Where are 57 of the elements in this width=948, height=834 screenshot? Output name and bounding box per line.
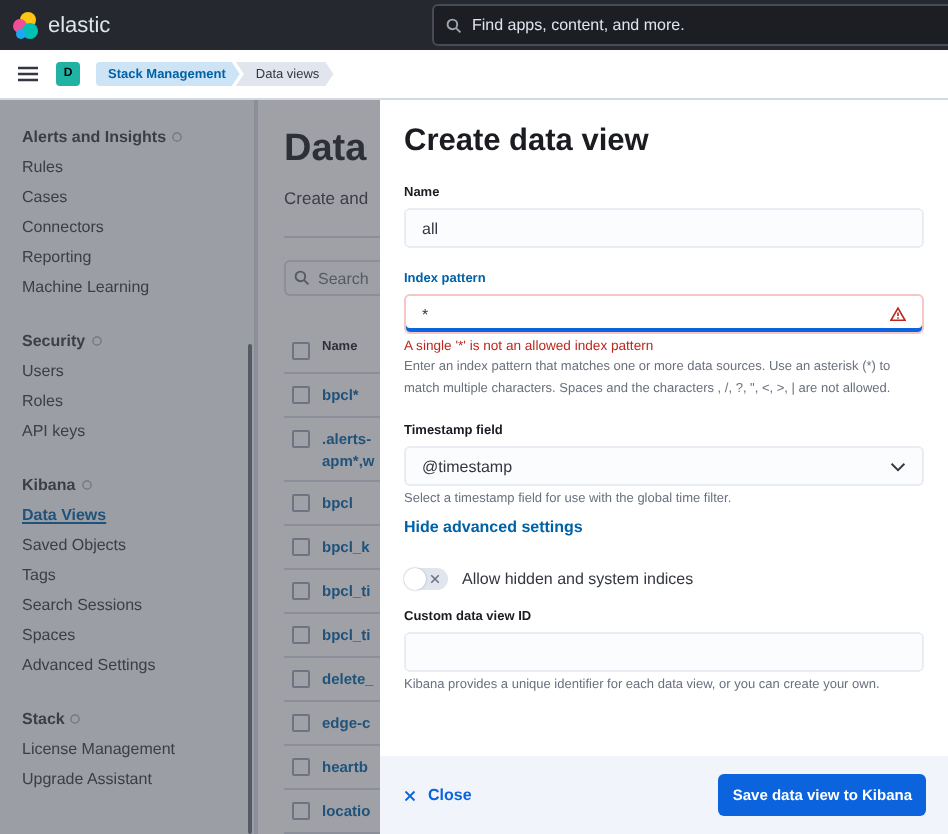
- nav-item[interactable]: Data Views: [22, 500, 254, 530]
- section-title: Kibana: [22, 475, 76, 493]
- nav-item[interactable]: Tags: [22, 560, 254, 590]
- checkbox[interactable]: [292, 581, 310, 600]
- close-icon: [404, 789, 416, 801]
- nav-item[interactable]: Upgrade Assistant: [22, 764, 254, 794]
- input-field[interactable]: all: [404, 208, 924, 248]
- logo-text[interactable]: elastic: [48, 13, 111, 37]
- nav-item[interactable]: Users: [22, 356, 254, 386]
- checkbox[interactable]: [292, 342, 310, 361]
- checkbox[interactable]: [292, 801, 310, 820]
- checkbox[interactable]: [292, 669, 310, 688]
- search-icon: [294, 270, 310, 287]
- nav-item[interactable]: Machine Learning: [22, 272, 254, 302]
- info-icon: [91, 335, 102, 345]
- logo-icon[interactable]: [12, 11, 40, 39]
- nav-item[interactable]: License Management: [22, 734, 254, 764]
- nav-item[interactable]: Saved Objects: [22, 530, 254, 560]
- menu-icon[interactable]: [18, 66, 38, 82]
- input-field[interactable]: *: [404, 294, 924, 334]
- checkbox[interactable]: [292, 493, 310, 512]
- select-field[interactable]: @timestamp: [404, 446, 924, 486]
- nav-item[interactable]: Advanced Settings: [22, 650, 254, 680]
- advanced-settings-link[interactable]: Hide advanced settings: [404, 517, 583, 535]
- scrollbar[interactable]: [248, 344, 252, 834]
- checkbox[interactable]: [292, 757, 310, 776]
- section-title: Alerts and Insights: [22, 127, 167, 145]
- info-icon: [70, 713, 81, 723]
- info-icon: [172, 131, 183, 141]
- checkbox[interactable]: [292, 537, 310, 556]
- toggle-switch[interactable]: [404, 567, 448, 589]
- nav-item[interactable]: Cases: [22, 182, 254, 212]
- section-title: Stack: [22, 709, 65, 727]
- search-field[interactable]: Search: [284, 259, 380, 297]
- checkbox[interactable]: [292, 625, 310, 644]
- nav-item[interactable]: Reporting: [22, 242, 254, 272]
- nav-item[interactable]: Connectors: [22, 212, 254, 242]
- page-description: Create and: [284, 188, 369, 212]
- close-icon: [430, 573, 440, 583]
- close-button[interactable]: Close: [404, 786, 472, 804]
- checkbox[interactable]: [292, 713, 310, 732]
- search-field[interactable]: Find apps, content, and more.: [432, 4, 948, 46]
- page-title: Data: [284, 128, 367, 173]
- checkbox[interactable]: [292, 430, 310, 449]
- nav-item[interactable]: Search Sessions: [22, 590, 254, 620]
- warning-icon: [890, 306, 906, 322]
- nav-item[interactable]: API keys: [22, 416, 254, 446]
- search-icon: [446, 17, 462, 33]
- info-icon: [81, 479, 92, 489]
- section-title: Security: [22, 331, 86, 349]
- nav-item[interactable]: Roles: [22, 386, 254, 416]
- toggle-label: Allow hidden and system indices: [462, 569, 694, 587]
- flyout-title: Create data view: [404, 124, 651, 160]
- nav-item[interactable]: Spaces: [22, 620, 254, 650]
- nav-item[interactable]: Rules: [22, 152, 254, 182]
- checkbox[interactable]: [292, 386, 310, 405]
- chevron-down-icon: [890, 461, 906, 471]
